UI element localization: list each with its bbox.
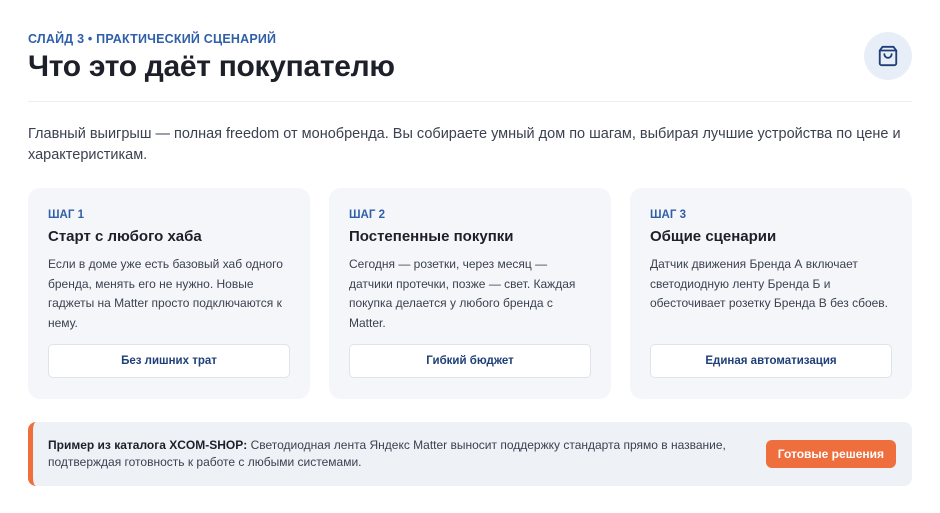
step-card-3: ШАГ 3 Общие сценарии Датчик движения Бре… xyxy=(630,188,912,399)
step-card-1: ШАГ 1 Старт с любого хаба Если в доме уж… xyxy=(28,188,310,399)
step-description: Датчик движения Бренда А включает светод… xyxy=(650,257,889,310)
intro-text: Главный выигрыш — полная freedom от моно… xyxy=(28,126,901,163)
slide-eyebrow: СЛАЙД 3 • ПРАКТИЧЕСКИЙ СЦЕНАРИЙ xyxy=(28,32,277,46)
step-1-button[interactable]: Без лишних трат xyxy=(48,344,290,378)
step-description: Сегодня — розетки, через месяц — датчики… xyxy=(349,257,576,330)
step-2-button[interactable]: Гибкий бюджет xyxy=(349,344,591,378)
catalog-callout: Пример из каталога XCOM-SHOP: Светодиодн… xyxy=(28,422,912,486)
callout-lead: Пример из каталога XCOM-SHOP: xyxy=(48,438,248,452)
step-3-button[interactable]: Единая автоматизация xyxy=(650,344,892,378)
step-description: Если в доме уже есть базовый хаб одного … xyxy=(48,257,283,330)
step-label: ШАГ 2 xyxy=(349,209,385,221)
shopping-bag-icon xyxy=(878,45,898,67)
slide-header: СЛАЙД 3 • ПРАКТИЧЕСКИЙ СЦЕНАРИЙ Что это … xyxy=(28,30,912,102)
cart-button[interactable] xyxy=(864,32,912,80)
callout-text: Пример из каталога XCOM-SHOP: Светодиодн… xyxy=(48,437,758,470)
step-title: Общие сценарии xyxy=(650,228,777,245)
page-title: Что это даёт покупателю xyxy=(28,50,395,83)
step-label: ШАГ 1 xyxy=(48,209,84,221)
steps-cards: ШАГ 1 Старт с любого хаба Если в доме уж… xyxy=(28,188,912,399)
step-label: ШАГ 3 xyxy=(650,209,686,221)
ready-solutions-button[interactable]: Готовые решения xyxy=(765,440,896,468)
step-title: Постепенные покупки xyxy=(349,228,514,245)
step-card-2: ШАГ 2 Постепенные покупки Сегодня — розе… xyxy=(329,188,611,399)
step-title: Старт с любого хаба xyxy=(48,228,202,245)
